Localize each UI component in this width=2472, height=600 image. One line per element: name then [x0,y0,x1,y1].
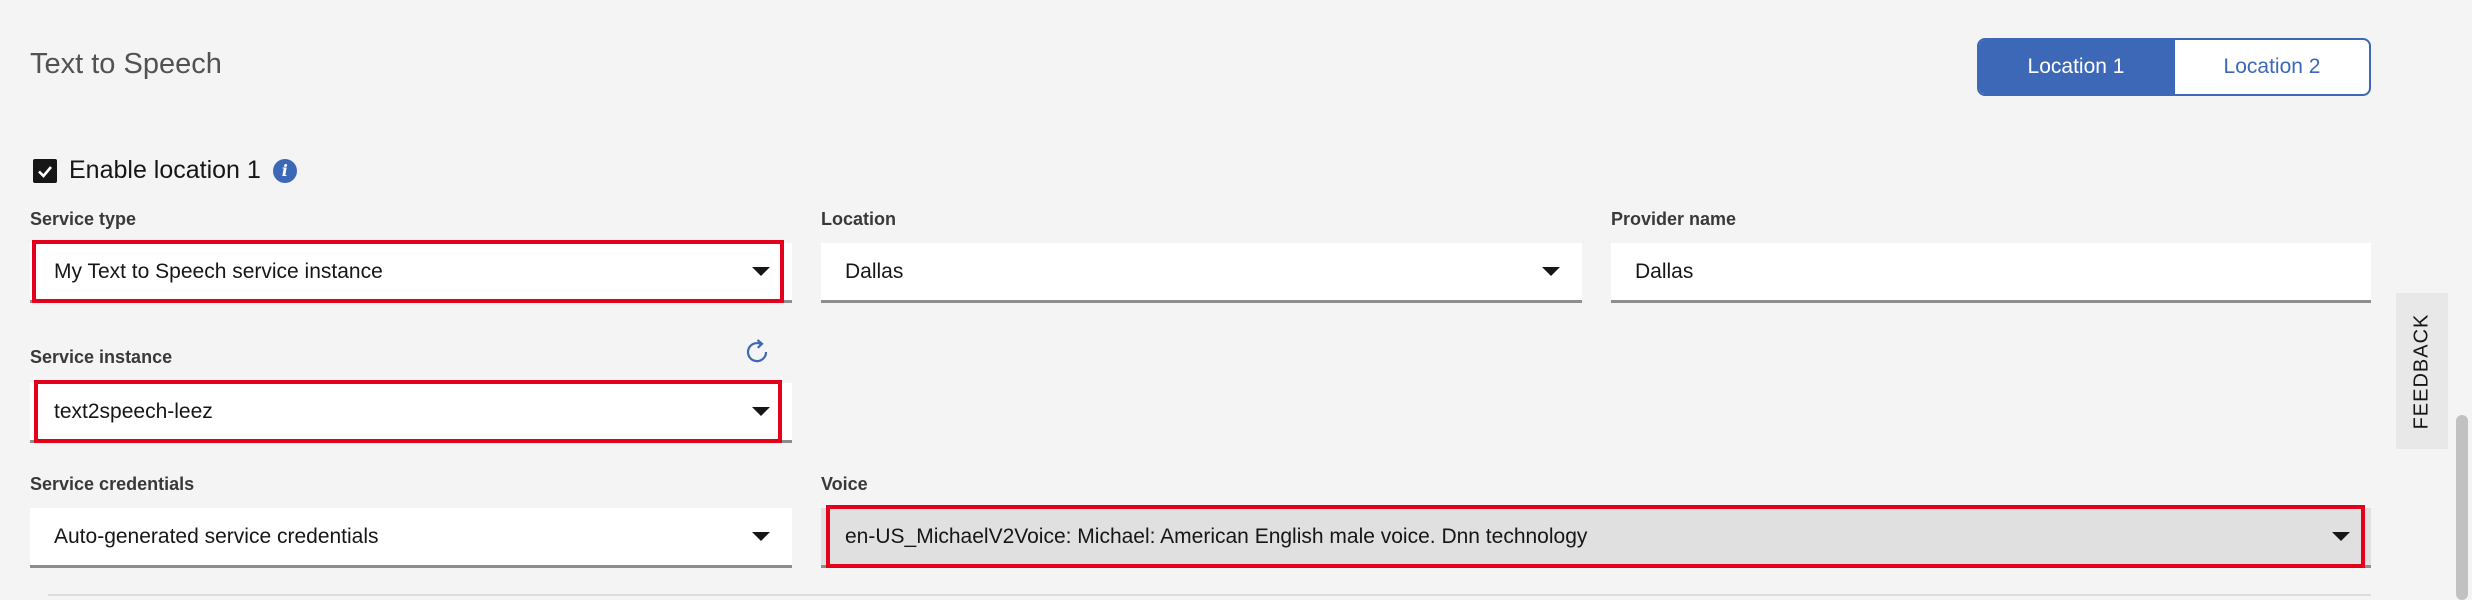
location-label: Location [821,209,896,229]
location-switcher: Location 1 Location 2 [1977,38,2371,96]
voice-dropdown[interactable]: en-US_MichaelV2Voice: Michael: American … [821,508,2371,568]
service-instance-label: Service instance [30,347,173,367]
enable-location-label: Enable location 1 [69,156,261,184]
info-icon[interactable]: i [272,158,297,183]
refresh-icon[interactable] [742,337,772,367]
chevron-down-icon [1542,267,1560,276]
checkmark-icon [38,165,52,178]
service-type-label: Service type [30,209,137,229]
service-type-dropdown[interactable]: My Text to Speech service instance [30,243,792,303]
provider-name-label: Provider name [1611,209,1737,229]
voice-value: en-US_MichaelV2Voice: Michael: American … [845,524,1588,548]
divider [48,594,2371,596]
location-dropdown[interactable]: Dallas [821,243,1582,303]
chevron-down-icon [752,267,770,276]
chevron-down-icon [752,532,770,541]
scrollbar-thumb[interactable] [2456,415,2468,600]
tab-location-2[interactable]: Location 2 [2173,40,2369,94]
chevron-down-icon [752,407,770,416]
provider-name-input[interactable]: Dallas [1611,243,2371,303]
service-instance-value: text2speech-leez [54,399,213,423]
service-credentials-dropdown[interactable]: Auto-generated service credentials [30,508,792,568]
text-to-speech-panel: Text to Speech Location 1 Location 2 Ena… [0,0,2472,600]
tab-location-1[interactable]: Location 1 [1979,40,2173,94]
service-type-value: My Text to Speech service instance [54,259,383,283]
service-credentials-value: Auto-generated service credentials [54,524,379,548]
feedback-label: FEEDBACK [2410,313,2433,429]
feedback-tab[interactable]: FEEDBACK [2396,293,2448,449]
service-credentials-label: Service credentials [30,474,195,494]
voice-label: Voice [821,474,868,494]
provider-name-value: Dallas [1635,259,1694,283]
service-instance-dropdown[interactable]: text2speech-leez [30,383,792,443]
chevron-down-icon [2332,532,2350,541]
enable-location-row: Enable location 1 i [33,156,297,185]
page-title: Text to Speech [30,48,222,80]
enable-location-checkbox[interactable] [33,158,57,183]
location-value: Dallas [845,259,904,283]
